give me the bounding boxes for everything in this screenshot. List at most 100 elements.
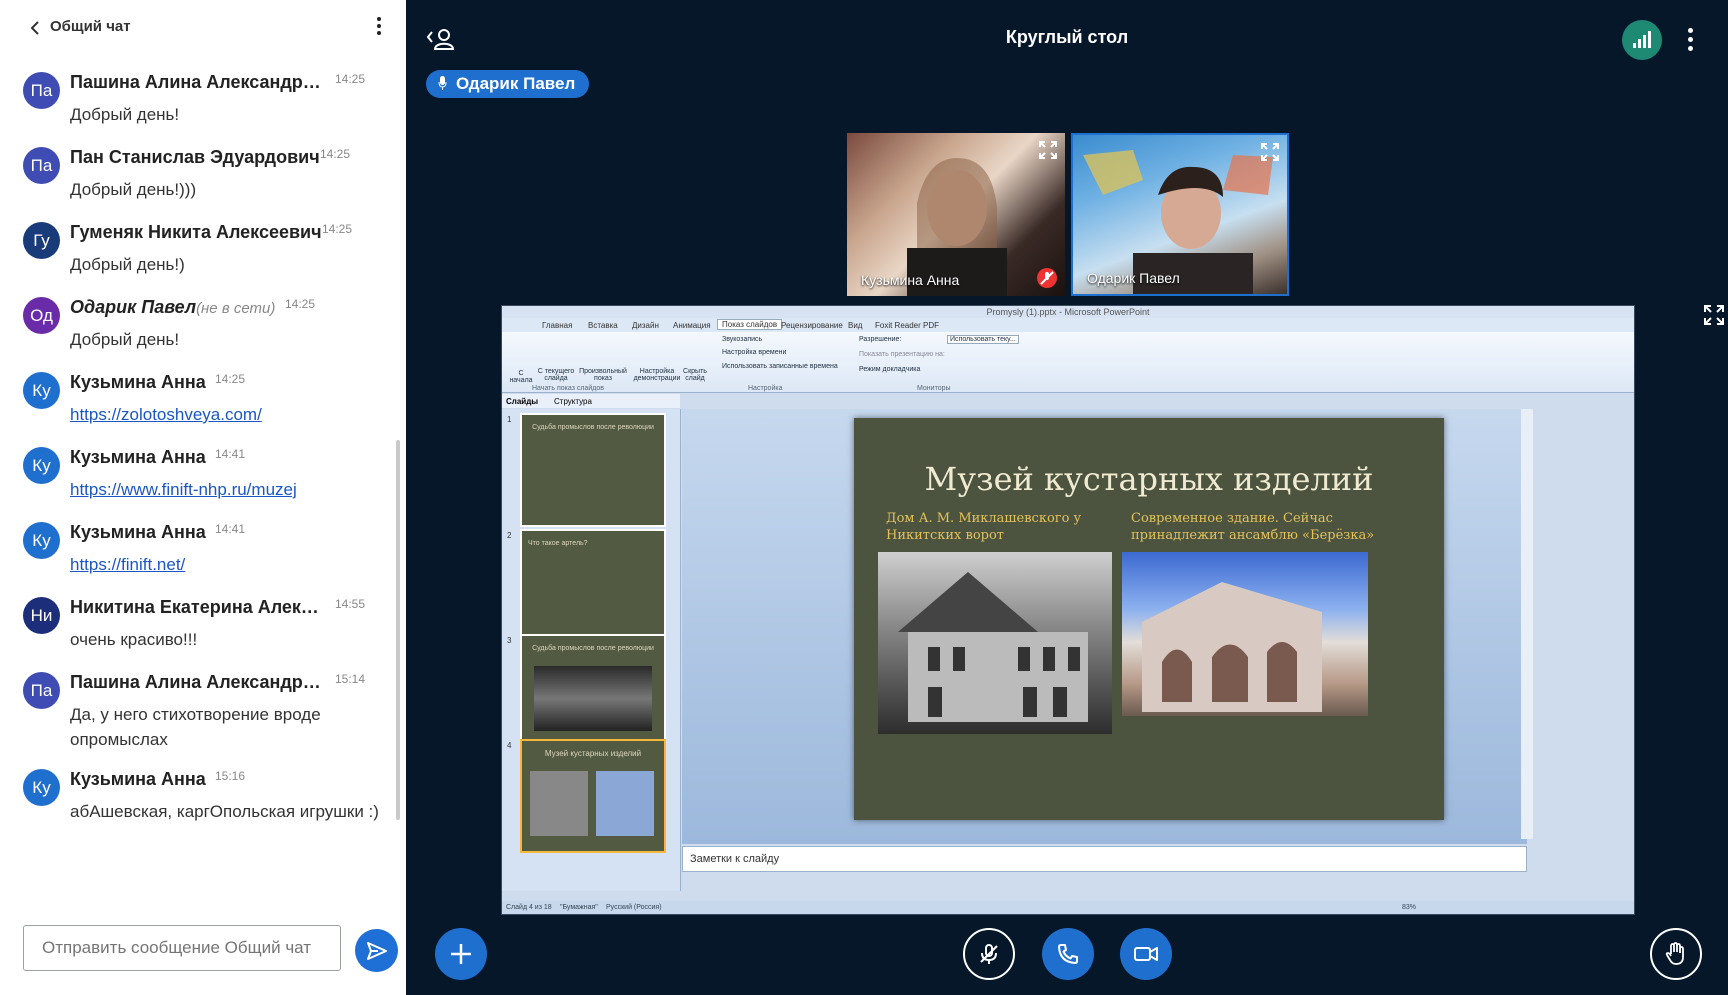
ppt-zoom-level[interactable]: 83%: [1402, 904, 1416, 911]
ppt-status-bar: Слайд 4 из 18 "Бумажная" Русский (Россия…: [502, 901, 1634, 914]
chat-message-input[interactable]: [23, 925, 341, 971]
message-text: Добрый день!: [70, 330, 180, 349]
current-slide[interactable]: Музей кустарных изделий Дом А. М. Миклаш…: [854, 418, 1444, 820]
message-sender: Кузьмина Анна: [70, 769, 206, 790]
chat-title: Общий чат: [50, 18, 131, 35]
chat-panel: Общий чат Па Пашина Алина Александро... 14…: [0, 0, 406, 995]
expand-presentation-icon[interactable]: [1704, 305, 1724, 325]
offline-note: (не в сети): [196, 300, 276, 317]
ppt-record[interactable]: Звукозапись: [722, 336, 762, 343]
ppt-tab[interactable]: Foxit Reader PDF: [875, 321, 939, 330]
message-link[interactable]: https://www.finift-nhp.ru/muzej: [70, 480, 297, 499]
thumb-title: Музей кустарных изделий: [544, 749, 642, 758]
sender-name: Пашина Алина Александро...: [70, 72, 325, 92]
message-time: 15:16: [215, 769, 246, 783]
sender-name: Никитина Екатерина Алекс...: [70, 597, 325, 617]
ppt-tab[interactable]: Анимация: [673, 321, 711, 330]
avatar: Гу: [23, 222, 60, 259]
ppt-from-start[interactable]: С начала: [508, 370, 534, 384]
ppt-tab[interactable]: Вставка: [588, 321, 618, 330]
ppt-resolution-label: Разрешение:: [859, 336, 902, 343]
ppt-tab[interactable]: Дизайн: [632, 321, 659, 330]
chat-scrollbar[interactable]: [396, 440, 400, 820]
connection-status-button[interactable]: [1622, 20, 1662, 60]
sender-name: Кузьмина Анна: [70, 522, 206, 542]
slide-thumbnail-selected[interactable]: 4 Музей кустарных изделий: [507, 739, 666, 853]
send-icon: [366, 941, 387, 960]
video-participant-name: Кузьмина Анна: [861, 272, 960, 288]
ppt-tab[interactable]: Рецензирование: [781, 321, 843, 330]
expand-video-icon[interactable]: [1039, 141, 1057, 159]
ppt-vertical-scrollbar[interactable]: [1521, 409, 1533, 839]
slide-number: 1: [507, 415, 512, 424]
message-text: Да, у него стихотворение вроде опромысла…: [70, 705, 321, 749]
message-sender: Пашина Алина Александро...: [70, 72, 325, 93]
ppt-notes-field[interactable]: Заметки к слайду: [682, 846, 1527, 872]
slide-thumbnail[interactable]: 3 Судьба промыслов после революции: [507, 634, 666, 748]
chat-message: Ку Кузьмина Анна 14:25 https://zolotoshveya…: [0, 362, 396, 442]
hand-icon: [1665, 942, 1684, 965]
ppt-presenter-view[interactable]: Режим докладчика: [859, 366, 920, 373]
video-tile[interactable]: Кузьмина Анна: [847, 133, 1065, 296]
send-button[interactable]: [355, 929, 398, 972]
sender-name: Пашина Алина Александро...: [70, 672, 325, 692]
message-time: 14:25: [320, 147, 351, 161]
ppt-outline-tab[interactable]: Структура: [554, 397, 592, 406]
slide-thumbnail[interactable]: 1 Судьба промыслов после революции: [507, 413, 666, 527]
ppt-setup-show[interactable]: Настройка демонстрации: [632, 368, 682, 382]
chat-message: Ку Кузьмина Анна 14:41 https://www.finift-n…: [0, 437, 396, 517]
ppt-resolution-select[interactable]: Использовать теку...: [947, 335, 1019, 344]
message-text: Добрый день!: [70, 105, 180, 124]
chat-header: Общий чат: [0, 0, 406, 56]
plus-icon: [451, 944, 471, 964]
message-text: https://www.finift-nhp.ru/muzej: [70, 477, 297, 502]
ppt-tab[interactable]: Главная: [542, 321, 572, 330]
message-sender: Кузьмина Анна: [70, 372, 206, 393]
message-sender: Одарик Павел(не в сети): [70, 297, 275, 318]
message-list: Па Пашина Алина Александро... 14:25 Добрый …: [0, 62, 396, 907]
avatar: Ку: [23, 769, 60, 806]
ppt-slide-canvas[interactable]: Музей кустарных изделий Дом А. М. Миклаш…: [682, 409, 1527, 844]
slide-photo-old-building: [878, 552, 1112, 734]
message-time: 14:25: [322, 222, 353, 236]
microphone-off-icon: [980, 944, 998, 964]
message-text: https://zolotoshveya.com/: [70, 402, 262, 427]
chat-message: Од Одарик Павел(не в сети) 14:25 Добрый ден…: [0, 287, 396, 367]
ppt-hide-slide[interactable]: Скрыть слайд: [682, 368, 708, 382]
ppt-ribbon: С начала С текущего слайда Произвольный …: [502, 332, 1634, 393]
options-menu-icon[interactable]: [1684, 24, 1696, 60]
message-time: 14:25: [285, 297, 316, 311]
ppt-slide-counter: Слайд 4 из 18: [506, 904, 552, 911]
ppt-use-timings[interactable]: Использовать записанные времена: [722, 363, 838, 370]
chat-more-icon[interactable]: [372, 14, 386, 42]
slide-thumbnail[interactable]: 2 Что такое артель?: [507, 529, 666, 643]
leave-audio-button[interactable]: [1042, 928, 1094, 980]
ppt-slides-pane: 1 Судьба промыслов после революции 2 Что т…: [502, 409, 681, 891]
ppt-rehearse[interactable]: Настройка времени: [722, 349, 786, 356]
message-text: Добрый день!): [70, 255, 185, 274]
actions-button[interactable]: [435, 928, 487, 980]
ppt-tab[interactable]: Вид: [848, 321, 862, 330]
ppt-tab-active[interactable]: Показ слайдов: [717, 319, 783, 330]
message-text: очень красиво!!!: [70, 630, 198, 649]
conference-area: Круглый стол Одарик Павел Кузьмина Анна …: [406, 0, 1728, 995]
ppt-custom-show[interactable]: Произвольный показ: [578, 368, 628, 382]
screen-share[interactable]: Promysly (1).pptx - Microsoft PowerPoint…: [501, 305, 1635, 915]
ppt-show-on-label: Показать презентацию на:: [859, 351, 945, 358]
slide-number: 4: [507, 741, 512, 750]
share-webcam-button[interactable]: [1120, 928, 1172, 980]
chat-message: Ни Никитина Екатерина Алекс... 14:55 очень …: [0, 587, 396, 667]
video-tile[interactable]: Одарик Павел: [1071, 133, 1289, 296]
ppt-ribbon-tabs: Главная Вставка Дизайн Анимация Показ сл…: [502, 318, 1634, 332]
message-time: 15:14: [335, 672, 366, 686]
message-text: Добрый день!))): [70, 180, 197, 199]
expand-video-icon[interactable]: [1261, 143, 1279, 161]
message-text: абАшевская, каргОпольская игрушки :): [70, 802, 379, 821]
raise-hand-button[interactable]: [1650, 928, 1702, 980]
back-icon[interactable]: [28, 18, 48, 38]
ppt-from-current[interactable]: С текущего слайда: [536, 368, 576, 382]
ppt-slides-tab[interactable]: Слайды: [506, 397, 538, 406]
mute-button[interactable]: [963, 928, 1015, 980]
message-link[interactable]: https://zolotoshveya.com/: [70, 405, 262, 424]
message-link[interactable]: https://finift.net/: [70, 555, 185, 574]
